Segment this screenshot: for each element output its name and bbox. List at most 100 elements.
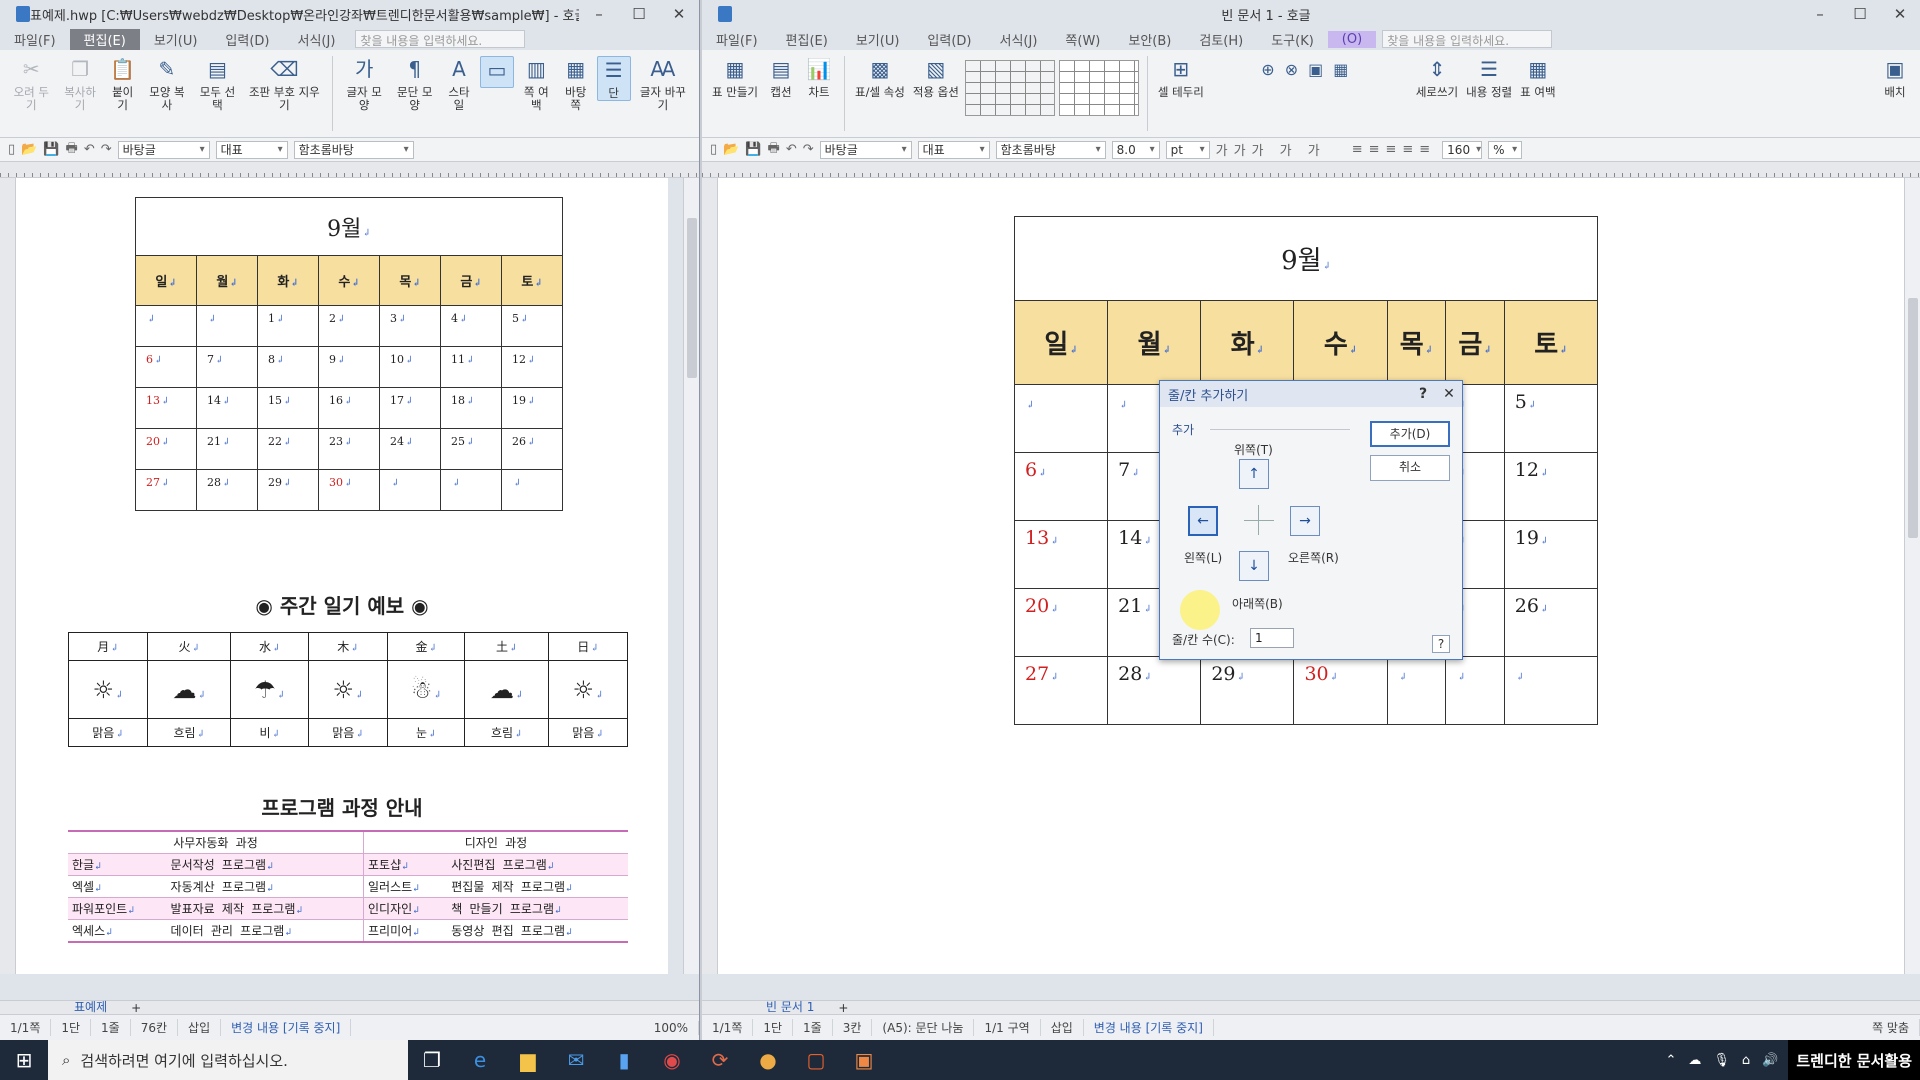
calendar-day-cell[interactable]: 12↲ [501,346,563,388]
office-icon[interactable]: ▢ [792,1048,840,1072]
save-icon[interactable]: 💾 [43,142,59,157]
weather-icon-cell[interactable]: ☂↲ [230,660,309,719]
network-icon[interactable]: ⌂ [1742,1053,1750,1068]
file-explorer-icon[interactable]: ▆ [504,1048,552,1072]
calendar-day-cell[interactable]: 1↲ [257,305,319,347]
menu-file[interactable]: 파일(F) [702,30,772,49]
chrome-icon[interactable]: ● [744,1048,792,1072]
font-class-select[interactable]: 대표 [917,140,990,159]
calendar-day-cell[interactable]: 27↲ [135,469,197,511]
program-cell[interactable]: 자동계산 프로그램↲ [166,875,364,898]
calendar-day-cell[interactable]: 10↲ [379,346,441,388]
menu-edit[interactable]: 편집(E) [69,28,140,50]
scroll-thumb[interactable] [687,218,697,378]
calendar-day-cell[interactable]: 22↲ [257,428,319,470]
status-insert[interactable]: 삽입 [178,1019,222,1036]
hwp-taskbar-icon[interactable]: ▮ [600,1048,648,1072]
calendar-day-cell[interactable]: 28↲ [1107,656,1202,725]
app-sync-icon[interactable]: ⟳ [696,1048,744,1072]
table-style-gallery[interactable] [964,60,1055,116]
weather-day-cell[interactable]: 日↲ [548,632,628,661]
insert-right-button[interactable]: → [1290,506,1320,536]
taskbar-search[interactable]: ⌕ 검색하려면 여기에 입력하십시오. [48,1040,408,1080]
select-all-button[interactable]: ▤ 모두 선택 [194,56,241,112]
print-icon[interactable]: 🖶 [66,139,78,161]
program-cell[interactable]: 파워포인트↲ [68,897,167,920]
calendar-day-cell[interactable]: ↲ [1503,656,1599,725]
mic-icon[interactable]: 🎙 [1713,1053,1730,1068]
calendar-day-cell[interactable]: ↲ [379,469,441,511]
weather-label-cell[interactable]: 흐림↲ [464,718,549,747]
calendar-day-cell[interactable]: 13↲ [1013,520,1109,589]
font-select[interactable]: 함초롬바탕 [995,140,1106,159]
undo-icon[interactable]: ↶ [84,142,95,157]
program-cell[interactable]: 사진편집 프로그램↲ [447,853,628,876]
menu-view[interactable]: 보기(U) [842,30,914,49]
program-cell[interactable]: 문서작성 프로그램↲ [166,853,364,876]
calendar-day-cell[interactable]: 28↲ [196,469,258,511]
calendar-day-cell[interactable]: 17↲ [379,387,441,429]
app-red-icon[interactable]: ◉ [648,1048,696,1072]
weather-label-cell[interactable]: 맑음↲ [68,718,148,747]
calendar-day-cell[interactable]: ↲ [1013,384,1109,453]
search-input[interactable]: 찾을 내용을 입력하세요. [355,30,526,48]
close-button[interactable]: ✕ [1880,5,1920,23]
weather-day-cell[interactable]: 水↲ [230,632,309,661]
calendar-day-cell[interactable]: ↲ [1386,656,1447,725]
arrange-button[interactable]: ▣ 배치 [1878,56,1912,99]
add-tab-icon[interactable]: + [828,1001,858,1015]
weather-icon-cell[interactable]: ☁↲ [146,660,232,719]
menu-table[interactable]: (O) [1327,30,1377,48]
status-insert[interactable]: 삽입 [1041,1019,1084,1036]
calendar-day-cell[interactable]: 26↲ [501,428,563,470]
weather-icon-cell[interactable]: ☼↲ [548,660,628,719]
windows-start-icon[interactable]: ⊞ [0,1048,48,1072]
make-table-button[interactable]: ▦ 표 만들기 [710,56,760,99]
calendar-day-cell[interactable]: 14↲ [196,387,258,429]
char-replace-button[interactable]: Ꜳ 글자 바꾸기 [635,56,691,112]
vertical-text-button[interactable]: ⇕ 세로쓰기 [1414,56,1460,99]
weather-label-cell[interactable]: 비↲ [230,718,309,747]
maximize-button[interactable]: ☐ [619,5,659,23]
calendar-day-cell[interactable]: 19↲ [1503,520,1599,589]
open-folder-icon[interactable]: 📂 [723,142,739,157]
insert-top-button[interactable]: ↑ [1239,459,1269,489]
calendar-day-cell[interactable]: 13↲ [135,387,197,429]
menu-input[interactable]: 입력(D) [211,30,283,49]
add-tab-icon[interactable]: + [121,1001,151,1015]
calendar-day-cell[interactable]: 6↲ [135,346,197,388]
calendar-day-cell[interactable]: 5↲ [501,305,563,347]
zoom-value[interactable]: 100% [644,1020,699,1035]
master-page-button[interactable]: ▦ 바탕쪽 [559,56,593,112]
calendar-day-cell[interactable]: 3↲ [379,305,441,347]
count-input[interactable]: 1 [1250,628,1294,648]
char-style-icons[interactable]: 가가가 가 가 [1216,140,1326,159]
paste-button[interactable]: 📋 붙이기 [106,56,140,112]
char-shape-button[interactable]: 가 글자 모양 [341,56,388,112]
cut-button[interactable]: ✂ 오려 두기 [8,56,55,112]
table-margin-button[interactable]: ▦ 표 여백 [1518,56,1557,99]
table-props-button[interactable]: ▩ 표/셀 속성 [853,56,907,99]
weather-day-cell[interactable]: 金↲ [386,632,466,661]
vertical-scrollbar[interactable] [683,178,699,974]
calendar-day-cell[interactable]: 11↲ [440,346,502,388]
calendar-day-cell[interactable]: 25↲ [440,428,502,470]
weather-day-cell[interactable]: 土↲ [464,632,549,661]
calendar-day-cell[interactable]: 6↲ [1013,452,1109,521]
weather-day-cell[interactable]: 月↲ [68,632,148,661]
calendar-day-cell[interactable]: 19↲ [501,387,563,429]
font-size-select[interactable]: 8.0 [1111,140,1160,159]
menu-security[interactable]: 보안(B) [1114,30,1185,49]
calendar-day-cell[interactable]: 29↲ [257,469,319,511]
weather-label-cell[interactable]: 눈↲ [386,718,466,747]
program-cell[interactable]: 데이터 관리 프로그램↲ [166,919,364,943]
app-orange-icon[interactable]: ▣ [840,1048,888,1072]
weather-icon-cell[interactable]: ☼↲ [308,660,388,719]
table-style-gallery-2[interactable] [1058,60,1139,116]
calendar-day-cell[interactable]: 5↲ [1503,384,1599,453]
help-icon[interactable]: ? [1410,386,1436,402]
dialog-close-icon[interactable]: ✕ [1436,386,1462,402]
apply-options-button[interactable]: ▧ 적용 옵션 [911,56,961,99]
page-view-button[interactable]: ▭ [479,56,514,88]
add-button[interactable]: 추가(D) [1370,421,1450,447]
